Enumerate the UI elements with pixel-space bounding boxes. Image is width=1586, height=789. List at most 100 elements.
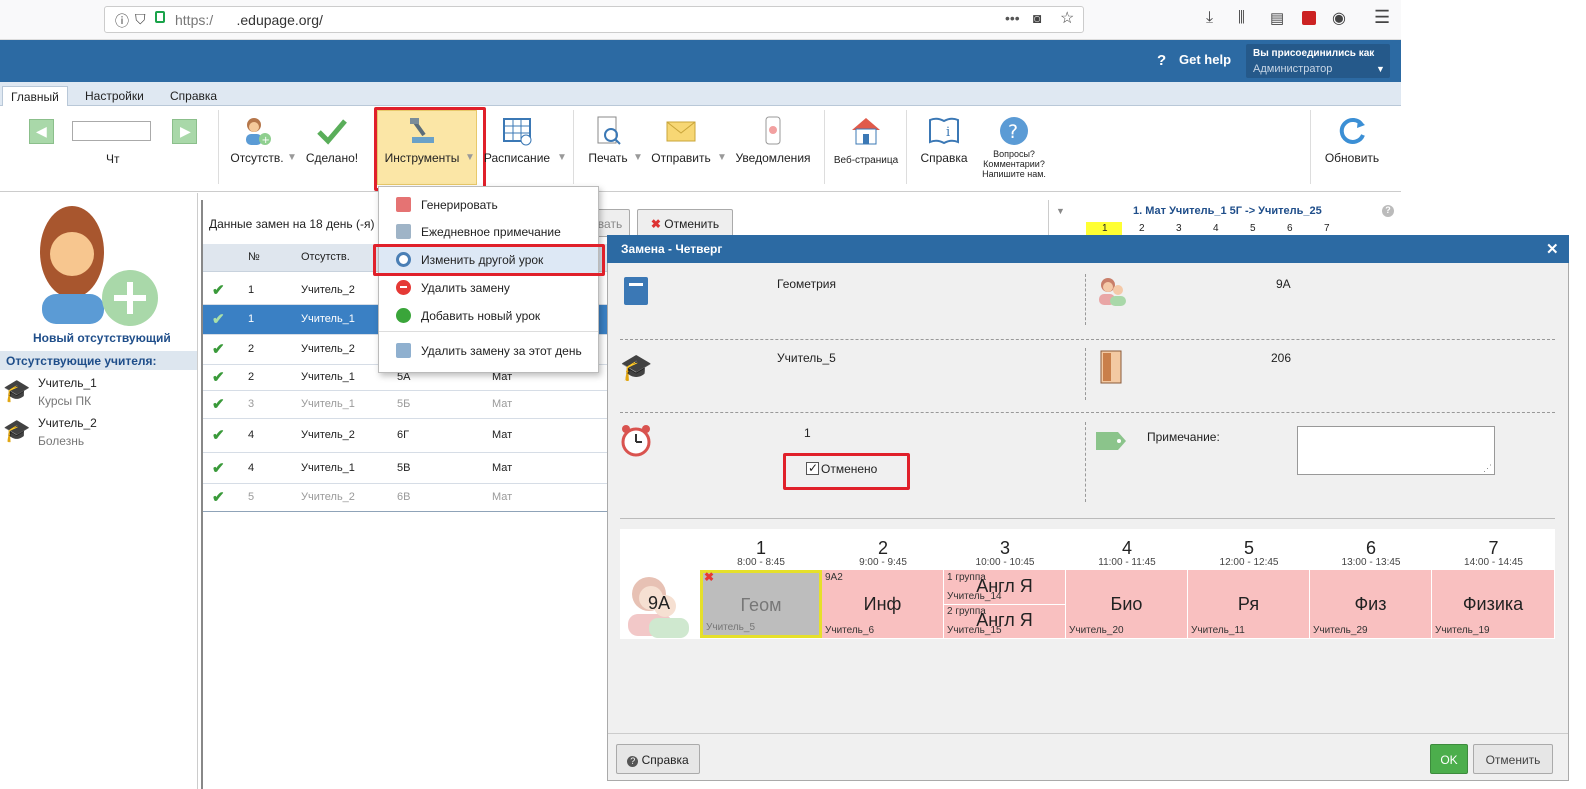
next-day-button[interactable]: ▶	[172, 119, 197, 144]
home-icon	[852, 118, 880, 145]
lesson-teacher: Учитель_15	[947, 625, 1002, 636]
send-dropdown-icon[interactable]: ▼	[717, 152, 727, 163]
new-absent-link[interactable]: Новый отсутствующий	[33, 331, 171, 345]
info-icon[interactable]: ⓘ	[115, 11, 129, 31]
row-teacher: Учитель_2	[301, 491, 355, 503]
lesson-teacher: Учитель_6	[825, 625, 875, 636]
prev-day-button[interactable]: ◀	[29, 119, 54, 144]
library-icon[interactable]: ⫼	[1238, 9, 1245, 26]
done-label: Сделано!	[305, 151, 359, 165]
collapse-icon[interactable]: ▼	[1056, 206, 1065, 216]
table-row[interactable]: ✔ 4 Учитель_1 5В Мат	[203, 453, 607, 484]
ok-button[interactable]: OK	[1430, 744, 1468, 774]
door-room-icon	[1100, 350, 1122, 384]
lesson-teacher: Учитель_29	[1313, 625, 1368, 636]
absent-teacher-name[interactable]: Учитель_1	[38, 376, 97, 390]
teacher-avatar-icon	[40, 206, 158, 326]
lesson-card[interactable]: Ря Учитель_11	[1188, 570, 1310, 638]
menu-item-label: Добавить новый урок	[421, 309, 541, 323]
address-bar[interactable]: ⓘ ⛉ https:/ .edupage.org/ ••• ◙ ☆	[104, 6, 1084, 33]
sidebar-icon[interactable]: ▤	[1270, 9, 1284, 27]
row-class: 5В	[397, 461, 411, 474]
tab-settings[interactable]: Настройки	[77, 86, 152, 106]
period-value[interactable]: 1	[804, 426, 811, 440]
send-button[interactable]: Отправить	[648, 115, 714, 165]
teacher-value[interactable]: Учитель_5	[777, 351, 836, 365]
col-absent-header: Отсутств.	[301, 251, 350, 263]
lesson-card[interactable]: 1 группа Англ Я Учитель_14 2 группа Англ Я Уч…	[944, 570, 1066, 638]
row-teacher: Учитель_1	[301, 371, 355, 383]
help-button[interactable]: i Справка	[914, 115, 974, 165]
print-button[interactable]: Печать	[583, 115, 633, 165]
menu-item-delete-substitution[interactable]: Удалить замену	[379, 274, 598, 301]
lesson-card[interactable]: Био Учитель_20	[1066, 570, 1188, 638]
list-cancel-button[interactable]: ✖ Отменить	[637, 209, 733, 237]
note-textarea[interactable]: ⋰	[1297, 426, 1495, 475]
col-no-header: №	[248, 251, 260, 263]
help-circle-icon[interactable]: ?	[1382, 205, 1394, 217]
lesson-card[interactable]: 9А2 Инф Учитель_6	[822, 570, 944, 638]
menu-item-add-lesson[interactable]: Добавить новый урок	[379, 302, 598, 329]
lesson-teacher: Учитель_20	[1069, 625, 1124, 636]
class-value[interactable]: 9А	[1276, 277, 1291, 291]
absent-teacher-name[interactable]: Учитель_2	[38, 416, 97, 430]
question-icon: ?	[1000, 117, 1028, 145]
tag-icon	[1096, 432, 1126, 450]
pocket-icon[interactable]: ◙	[1033, 10, 1041, 26]
hamburger-menu-icon[interactable]: ☰	[1374, 7, 1390, 28]
menu-item-daily-note[interactable]: Ежедневное примечание	[379, 218, 598, 245]
period-tick: 7	[1324, 223, 1330, 234]
lesson-card[interactable]: Физ Учитель_29	[1310, 570, 1432, 638]
table-row[interactable]: ✔ 5 Учитель_2 6В Мат	[203, 484, 607, 512]
tab-main[interactable]: Главный	[2, 86, 68, 106]
feedback-label: Вопросы? Комментарии? Напишите нам.	[982, 149, 1046, 179]
lesson-group: 9А2	[825, 572, 843, 583]
dialog-close-icon[interactable]: ✕	[1546, 240, 1559, 258]
absent-dropdown-icon[interactable]: ▼	[287, 152, 297, 163]
lesson-card[interactable]: Физика Учитель_19	[1432, 570, 1555, 638]
tab-help[interactable]: Справка	[162, 86, 225, 106]
refresh-button[interactable]: Обновить	[1320, 115, 1384, 165]
done-button[interactable]: Сделано!	[303, 115, 361, 165]
account-icon[interactable]: ◉	[1332, 8, 1346, 28]
notifications-button[interactable]: Уведомления	[732, 115, 814, 165]
new-absent-avatar[interactable]	[34, 202, 162, 328]
extension-icon[interactable]	[1302, 11, 1316, 25]
get-help-link[interactable]: Get help	[1179, 52, 1231, 67]
print-dropdown-icon[interactable]: ▼	[633, 152, 643, 163]
menu-item-delete-day-substitutions[interactable]: Удалить замену за этот день	[379, 337, 598, 364]
period-tick: 6	[1287, 223, 1293, 234]
account-switcher[interactable]: Вы присоединились как Администратор ▼	[1246, 44, 1390, 78]
dialog-title: Замена - Четверг	[621, 242, 723, 256]
table-row[interactable]: ✔ 3 Учитель_1 5Б Мат	[203, 391, 607, 419]
subject-value[interactable]: Геометрия	[777, 277, 836, 291]
room-value[interactable]: 206	[1271, 351, 1291, 365]
webpage-button[interactable]: Веб-страница	[832, 115, 900, 166]
period-tick: 4	[1213, 223, 1219, 234]
schedule-dropdown-icon[interactable]: ▼	[557, 152, 567, 163]
schedule-button[interactable]: Расписание	[482, 115, 552, 165]
dialog-cancel-button[interactable]: Отменить	[1473, 744, 1553, 774]
lesson-subject: Физ	[1354, 594, 1387, 614]
dialog-help-button[interactable]: ? Справка	[616, 744, 700, 774]
download-icon[interactable]: ⤓	[1206, 9, 1213, 27]
help-question-icon[interactable]: ?	[1157, 52, 1171, 69]
page-actions-icon[interactable]: •••	[1005, 10, 1020, 26]
row-number: 5	[248, 491, 255, 503]
field-divider	[1085, 274, 1086, 325]
lesson-teacher: Учитель_19	[1435, 625, 1490, 636]
checkmark-icon: ✔	[212, 369, 225, 386]
date-input[interactable]	[72, 121, 151, 141]
feedback-button[interactable]: ? Вопросы? Комментарии? Напишите нам.	[978, 115, 1050, 179]
shield-icon[interactable]: ⛉	[135, 11, 146, 28]
absent-button[interactable]: + Отсутств.	[228, 115, 286, 165]
envelope-icon	[666, 121, 696, 142]
table-row[interactable]: ✔ 4 Учитель_2 6Г Мат	[203, 419, 607, 453]
lesson-teacher: Учитель_5	[706, 622, 756, 633]
resize-grip-icon[interactable]: ⋰	[1483, 463, 1492, 474]
help-circle-icon: ?	[627, 756, 639, 767]
lock-icon	[155, 11, 165, 23]
bookmark-star-icon[interactable]: ☆	[1060, 8, 1074, 28]
lesson-card[interactable]: Геом Учитель_5 ✖	[700, 570, 822, 638]
menu-item-generate[interactable]: Генерировать	[379, 191, 598, 218]
